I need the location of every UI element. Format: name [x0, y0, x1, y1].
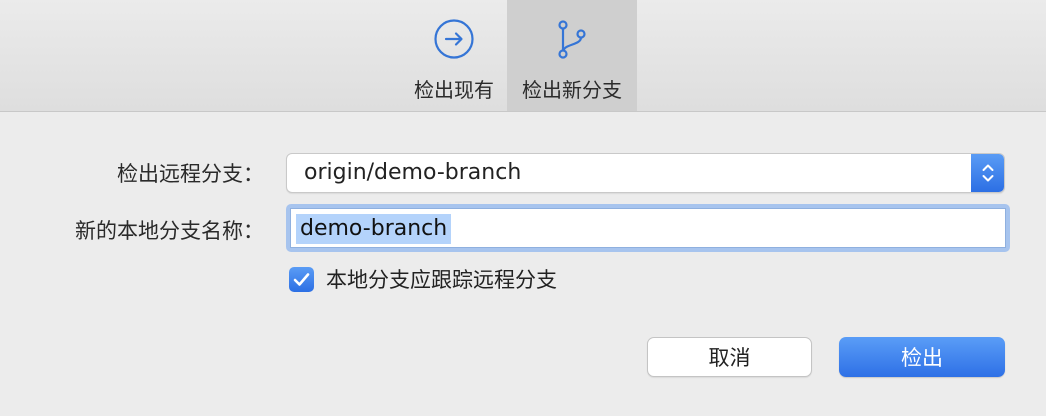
local-branch-name-input[interactable]: demo-branch — [286, 204, 1010, 252]
remote-branch-select[interactable]: origin/demo-branch — [286, 153, 1005, 193]
toolbar: 检出现有 检出新分支 — [0, 0, 1046, 112]
checkout-button[interactable]: 检出 — [839, 337, 1005, 377]
tab-checkout-existing-label: 检出现有 — [414, 78, 494, 102]
track-remote-option[interactable]: 本地分支应跟踪远程分支 — [289, 264, 557, 294]
tab-checkout-existing[interactable]: 检出现有 — [401, 0, 507, 111]
local-branch-label: 新的本地分支名称： — [75, 219, 264, 243]
select-stepper[interactable] — [971, 154, 1004, 192]
track-remote-label: 本地分支应跟踪远程分支 — [326, 268, 557, 292]
tab-checkout-new-branch-label: 检出新分支 — [522, 78, 622, 102]
local-branch-name-value: demo-branch — [296, 214, 452, 244]
checkmark-icon — [293, 272, 310, 286]
tab-checkout-new-branch[interactable]: 检出新分支 — [507, 0, 637, 111]
remote-branch-label: 检出远程分支： — [117, 162, 264, 186]
track-remote-checkbox[interactable] — [289, 266, 314, 292]
git-branch-icon — [558, 20, 586, 59]
arrow-right-circle-icon — [434, 19, 474, 59]
cancel-button[interactable]: 取消 — [647, 337, 812, 377]
chevron-up-down-icon — [982, 164, 993, 182]
remote-branch-value: origin/demo-branch — [304, 160, 522, 185]
